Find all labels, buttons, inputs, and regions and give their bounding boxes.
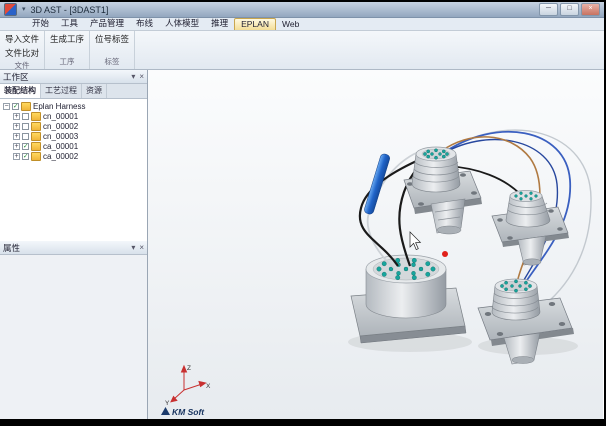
pin-icon[interactable]: ▾: [131, 71, 135, 83]
axis-x-label: X: [206, 383, 211, 390]
workspace-panel-header: 工作区 ▾ ×: [0, 70, 147, 84]
import-file-button[interactable]: 导入文件: [3, 32, 41, 46]
close-icon[interactable]: ×: [139, 242, 144, 254]
check-glyph: ✓: [23, 153, 28, 160]
red-marker: [442, 251, 448, 257]
workspace-panel-title: 工作区: [3, 71, 29, 83]
check-glyph: ✓: [23, 143, 28, 150]
tab-tools[interactable]: 工具: [55, 17, 84, 30]
tab-start[interactable]: 开始: [26, 17, 55, 30]
app-icon[interactable]: [4, 3, 17, 16]
tree-children: + cn_00001 + cn_00002 +: [0, 111, 147, 161]
quick-access-dropdown-icon[interactable]: ▾: [22, 4, 26, 15]
tag-label-button[interactable]: 位号标签: [93, 32, 131, 46]
folder-icon: [31, 112, 41, 121]
pin-icon[interactable]: ▾: [131, 242, 135, 254]
check-glyph: ✓: [13, 103, 18, 110]
tree-root-label[interactable]: Eplan Harness: [33, 102, 85, 111]
assembly-tree: − ✓ Eplan Harness + cn_00001 +: [0, 99, 147, 241]
tree-row: + cn_00002: [0, 121, 147, 131]
titlebar: ▾ 3D AST - [3DAST1] ─ □ ×: [0, 2, 604, 18]
properties-panel-header: 属性 ▾ ×: [0, 241, 147, 255]
tree-item-label[interactable]: ca_00001: [43, 142, 78, 151]
folder-icon: [31, 122, 41, 131]
tab-eplan[interactable]: EPLAN: [234, 18, 276, 30]
folder-icon: [21, 102, 31, 111]
tree-item-checkbox[interactable]: [22, 113, 29, 120]
screen: ▾ 3D AST - [3DAST1] ─ □ × 开始 工具 产品管理 布线 …: [0, 0, 606, 426]
tab-routing[interactable]: 布线: [130, 17, 159, 30]
tab-inference[interactable]: 推理: [205, 17, 234, 30]
tree-row: + cn_00001: [0, 111, 147, 121]
folder-icon: [31, 142, 41, 151]
tab-assembly-structure[interactable]: 装配结构: [0, 84, 41, 98]
tab-web[interactable]: Web: [276, 19, 305, 30]
expand-icon[interactable]: +: [13, 123, 20, 130]
ribbon-group-process: 生成工序 工序: [45, 31, 90, 69]
folder-icon: [31, 152, 41, 161]
tab-product-management[interactable]: 产品管理: [84, 17, 130, 30]
close-icon[interactable]: ×: [139, 71, 144, 83]
collapse-icon[interactable]: −: [3, 103, 10, 110]
tree-row: + cn_00003: [0, 131, 147, 141]
tab-human-model[interactable]: 人体模型: [159, 17, 205, 30]
tree-item-checkbox[interactable]: ✓: [22, 153, 29, 160]
folder-icon: [31, 132, 41, 141]
window-title: 3D AST - [3DAST1]: [31, 5, 109, 15]
tree-item-checkbox[interactable]: [22, 133, 29, 140]
expand-icon[interactable]: +: [13, 143, 20, 150]
left-dock: 工作区 ▾ × 装配结构 工艺过程 资源 − ✓ Epl: [0, 70, 148, 419]
expand-icon[interactable]: +: [13, 153, 20, 160]
workspace-tabs: 装配结构 工艺过程 资源: [0, 84, 147, 99]
tree-item-label[interactable]: ca_00002: [43, 152, 78, 161]
expand-icon[interactable]: +: [13, 133, 20, 140]
ribbon-group-caption-process: 工序: [48, 56, 86, 69]
close-button[interactable]: ×: [581, 3, 600, 16]
tree-root-checkbox[interactable]: ✓: [12, 103, 19, 110]
maximize-button[interactable]: □: [560, 3, 579, 16]
tree-row: + ✓ ca_00002: [0, 151, 147, 161]
tab-process[interactable]: 工艺过程: [41, 84, 82, 98]
tree-item-label[interactable]: cn_00002: [43, 122, 78, 131]
app-window: ▾ 3D AST - [3DAST1] ─ □ × 开始 工具 产品管理 布线 …: [0, 2, 604, 419]
axis-z-label: Z: [187, 365, 191, 372]
workspace-panel: 工作区 ▾ × 装配结构 工艺过程 资源 − ✓ Epl: [0, 70, 147, 241]
ribbon: 导入文件 文件比对 文件 生成工序 工序 位号标签 标签: [0, 31, 604, 70]
tree-root-row: − ✓ Eplan Harness: [0, 101, 147, 111]
tab-resources[interactable]: 资源: [82, 84, 107, 98]
main-area: 工作区 ▾ × 装配结构 工艺过程 资源 − ✓ Epl: [0, 70, 604, 419]
generate-process-button[interactable]: 生成工序: [48, 32, 86, 46]
window-controls: ─ □ ×: [539, 3, 600, 16]
properties-panel: 属性 ▾ ×: [0, 241, 147, 419]
expand-icon[interactable]: +: [13, 113, 20, 120]
properties-panel-title: 属性: [3, 242, 20, 254]
ribbon-tab-bar: 开始 工具 产品管理 布线 人体模型 推理 EPLAN Web: [0, 18, 604, 31]
ribbon-group-caption-label: 标签: [93, 56, 131, 69]
3d-viewport-canvas[interactable]: Z X Y KM Soft: [148, 70, 603, 419]
tree-item-checkbox[interactable]: ✓: [22, 143, 29, 150]
ribbon-group-label: 位号标签 标签: [90, 31, 135, 69]
logo-text: KM Soft: [172, 407, 205, 417]
axis-y-label: Y: [165, 400, 170, 407]
minimize-button[interactable]: ─: [539, 3, 558, 16]
properties-body: [0, 255, 147, 419]
tree-item-label[interactable]: cn_00003: [43, 132, 78, 141]
ribbon-group-file: 导入文件 文件比对 文件: [0, 31, 45, 69]
tree-item-checkbox[interactable]: [22, 123, 29, 130]
tree-item-label[interactable]: cn_00001: [43, 112, 78, 121]
viewport: Z X Y KM Soft: [148, 70, 604, 419]
tree-row: + ✓ ca_00001: [0, 141, 147, 151]
file-compare-button[interactable]: 文件比对: [3, 46, 41, 60]
